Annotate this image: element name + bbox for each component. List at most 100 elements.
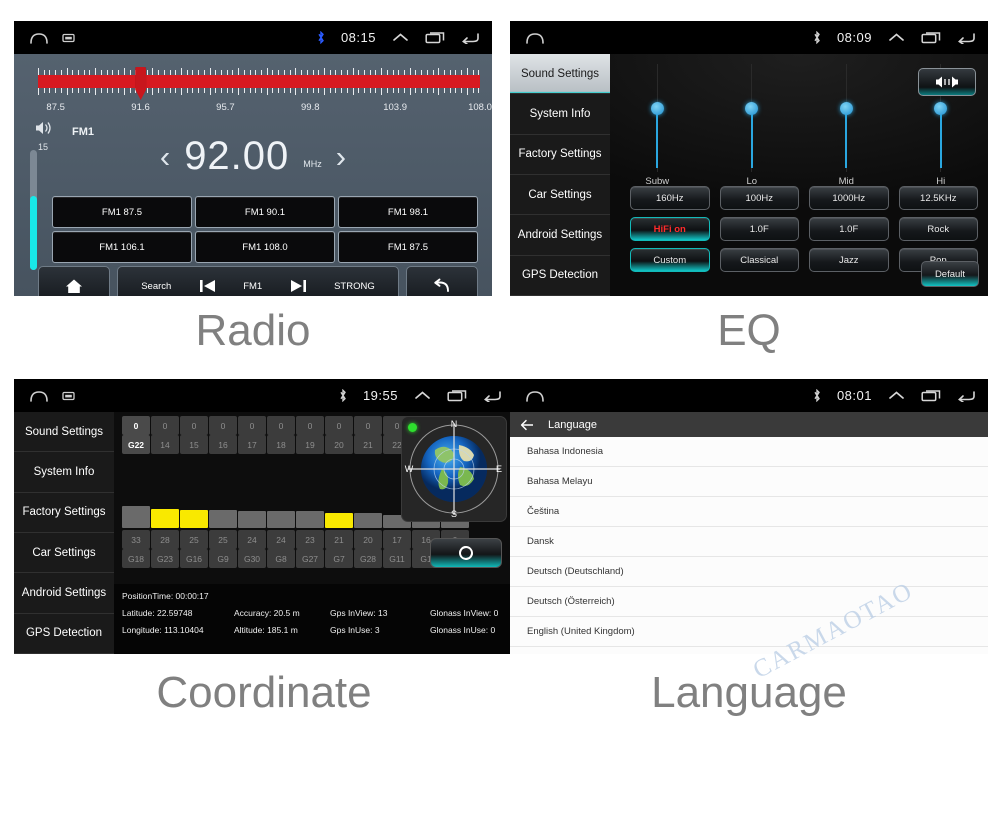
eq-button-rock[interactable]: Rock [898, 217, 978, 241]
home-icon[interactable] [525, 32, 545, 44]
satellite-cell: 16 [209, 435, 237, 454]
recents-icon[interactable] [425, 31, 445, 44]
sidebar-item-gps-detection[interactable]: GPS Detection [510, 256, 610, 296]
frequency-display: ‹ 92.00 MHz › [14, 136, 492, 176]
gps-coordinate-screen: 19:55 Sound Settings System Info Factory S… [14, 379, 514, 654]
recents-icon[interactable] [447, 389, 467, 402]
sidebar-item-system-info[interactable]: System Info [510, 94, 610, 135]
satellite-cell: 14 [151, 435, 179, 454]
eq-slider-mid[interactable]: Mid [799, 64, 894, 187]
chevron-up-icon[interactable] [888, 390, 905, 401]
sidebar-item-sound-settings[interactable]: Sound Settings [510, 54, 610, 95]
eq-button-160hz[interactable]: 160Hz [630, 186, 710, 210]
home-button[interactable] [38, 266, 110, 296]
slider-knob[interactable] [934, 102, 948, 115]
language-list-item[interactable]: Čeština [510, 497, 988, 527]
back-arrow-icon[interactable] [520, 419, 534, 431]
chevron-up-icon[interactable] [414, 390, 431, 401]
preset-button[interactable]: FM1 87.5 [338, 231, 478, 263]
back-icon[interactable] [483, 390, 502, 402]
band-button[interactable]: FM1 [243, 281, 262, 292]
sidebar-item-car-settings[interactable]: Car Settings [14, 533, 114, 574]
recents-icon[interactable] [921, 31, 941, 44]
skip-previous-icon[interactable] [198, 278, 217, 294]
eq-button-custom[interactable]: Custom [630, 248, 710, 272]
language-list-item[interactable]: Deutsch (Deutschland) [510, 557, 988, 587]
chevron-up-icon[interactable] [888, 32, 905, 43]
frequency-prev-button[interactable]: ‹ [160, 141, 170, 172]
language-list-item[interactable]: Bahasa Melayu [510, 467, 988, 497]
slider-knob[interactable] [650, 102, 664, 115]
volume-icon[interactable] [34, 120, 53, 136]
chevron-up-icon[interactable] [392, 32, 409, 43]
preset-button[interactable]: FM1 108.0 [195, 231, 335, 263]
sidebar-item-car-settings[interactable]: Car Settings [510, 175, 610, 216]
screenshot-icon[interactable] [62, 33, 75, 43]
coord-content: Sound Settings System Info Factory Setting… [14, 412, 514, 654]
caption-radio: Radio [195, 306, 311, 355]
globe-compass-icon: N E S W [405, 419, 502, 519]
home-icon[interactable] [29, 390, 49, 402]
sidebar-item-system-info[interactable]: System Info [14, 452, 114, 493]
sidebar-item-android-settings[interactable]: Android Settings [510, 215, 610, 256]
eq-button-classical[interactable]: Classical [719, 248, 799, 272]
statusbar-clock: 08:15 [340, 30, 376, 45]
back-icon[interactable] [461, 32, 480, 44]
satellite-cell: 0 [267, 416, 295, 435]
gps-refresh-button[interactable] [430, 538, 502, 568]
preset-grid: FM1 87.5 FM1 90.1 FM1 98.1 FM1 106.1 FM1 108… [52, 196, 478, 263]
language-list-item[interactable]: Dansk [510, 527, 988, 557]
sidebar-item-android-settings[interactable]: Android Settings [14, 573, 114, 614]
satellite-cell: 0 [354, 416, 382, 435]
back-button[interactable] [406, 266, 478, 296]
language-list-item[interactable]: Bahasa Indonesia [510, 437, 988, 467]
sidebar-item-sound-settings[interactable]: Sound Settings [14, 412, 114, 453]
bluetooth-icon [813, 389, 821, 402]
preset-button[interactable]: FM1 106.1 [52, 231, 192, 263]
eq-slider-lo[interactable]: Lo [705, 64, 800, 187]
sidebar-item-factory-settings[interactable]: Factory Settings [510, 135, 610, 175]
preset-button[interactable]: FM1 90.1 [195, 196, 335, 228]
home-icon[interactable] [525, 390, 545, 402]
sidebar-item-gps-detection[interactable]: GPS Detection [14, 614, 114, 654]
eq-slider-subw[interactable]: Subw [610, 64, 705, 187]
eq-button-1-0f[interactable]: 1.0F [809, 217, 889, 241]
satellite-cell: G27 [296, 549, 324, 568]
slider-knob[interactable] [839, 102, 853, 115]
eq-button-hifi-on[interactable]: HiFi on [630, 217, 710, 241]
eq-button-1000hz[interactable]: 1000Hz [809, 186, 889, 210]
radio-tuner-scale[interactable] [38, 66, 480, 100]
gps-info-panel: PositionTime: 00:00:17 Latitude: 22.5974… [114, 584, 514, 654]
home-icon[interactable] [29, 32, 49, 44]
satellite-signal-bar [354, 513, 382, 528]
eq-button-12-5khz[interactable]: 12.5KHz [898, 186, 978, 210]
screenshot-icon[interactable] [62, 391, 75, 401]
preset-button[interactable]: FM1 98.1 [338, 196, 478, 228]
slider-knob[interactable] [745, 102, 759, 115]
language-list-item[interactable]: English (United States) [510, 647, 988, 654]
back-icon[interactable] [957, 32, 976, 44]
language-list-item[interactable]: Deutsch (Österreich) [510, 587, 988, 617]
frequency-next-button[interactable]: › [336, 141, 346, 172]
sidebar-item-factory-settings[interactable]: Factory Settings [14, 493, 114, 533]
statusbar-clock: 19:55 [362, 388, 398, 403]
eq-button-100hz[interactable]: 100Hz [719, 186, 799, 210]
preset-button[interactable]: FM1 87.5 [52, 196, 192, 228]
recents-icon[interactable] [921, 389, 941, 402]
satellite-cell: G30 [238, 549, 266, 568]
back-icon[interactable] [957, 390, 976, 402]
eq-button-jazz[interactable]: Jazz [809, 248, 889, 272]
strong-button[interactable]: STRONG [334, 281, 375, 292]
skip-next-icon[interactable] [289, 278, 308, 294]
glonass-in-use: Glonass InUse: 0 [430, 625, 496, 635]
eq-default-button[interactable]: Default [921, 261, 979, 287]
satellite-signal-bar [209, 510, 237, 528]
eq-button-1-0f[interactable]: 1.0F [719, 217, 799, 241]
language-title: Language [548, 418, 597, 431]
accuracy: Accuracy: 20.5 m [234, 608, 300, 618]
language-list-item[interactable]: English (United Kingdom) [510, 617, 988, 647]
balance-fader-button[interactable] [918, 68, 976, 96]
search-button[interactable]: Search [141, 281, 171, 292]
tuner-needle[interactable] [135, 67, 147, 100]
coord-statusbar: 19:55 [14, 379, 514, 412]
